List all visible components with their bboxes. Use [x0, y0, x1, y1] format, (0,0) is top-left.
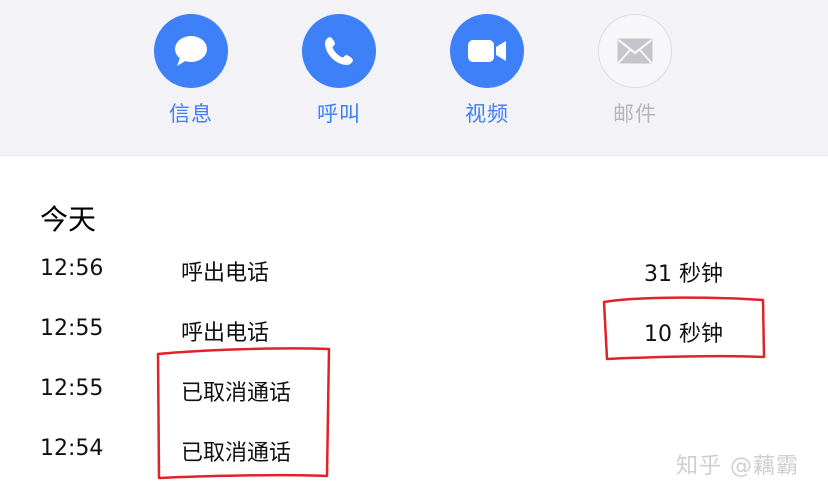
call-duration: 31 秒钟 — [644, 262, 723, 287]
video-action[interactable]: 视频 — [442, 14, 532, 128]
message-action[interactable]: 信息 — [146, 14, 236, 128]
call-time: 12:56 — [40, 256, 104, 281]
call-type: 已取消通话 — [181, 381, 292, 406]
call-type: 呼出电话 — [181, 321, 270, 346]
call-time: 12:54 — [40, 436, 104, 461]
call-label: 呼叫 — [317, 102, 361, 126]
video-camera-icon — [468, 40, 506, 62]
call-row: 12:55 呼出电话 10 秒钟 — [0, 310, 828, 350]
message-bubble-icon — [175, 36, 207, 66]
call-row: 12:55 已取消通话 — [0, 370, 828, 410]
message-button[interactable] — [154, 14, 228, 88]
call-time: 12:55 — [40, 376, 104, 401]
call-type: 已取消通话 — [181, 441, 292, 466]
call-row: 12:56 呼出电话 31 秒钟 — [0, 250, 828, 290]
section-title-today: 今天 — [40, 203, 97, 236]
mail-action[interactable]: 邮件 — [590, 14, 680, 128]
message-label: 信息 — [169, 102, 213, 126]
call-type: 呼出电话 — [181, 261, 270, 286]
call-button[interactable] — [302, 14, 376, 88]
mail-button[interactable] — [598, 14, 672, 88]
watermark: 知乎 @藕霸 — [676, 454, 799, 479]
call-duration: 10 秒钟 — [644, 322, 723, 347]
call-action[interactable]: 呼叫 — [294, 14, 384, 128]
video-button[interactable] — [450, 14, 524, 88]
call-time: 12:55 — [40, 316, 104, 341]
mail-envelope-icon — [617, 38, 653, 64]
contact-actions-panel: 信息 呼叫 视频 邮件 — [0, 0, 828, 156]
phone-icon — [325, 37, 353, 65]
mail-label: 邮件 — [613, 102, 657, 126]
video-label: 视频 — [465, 102, 509, 126]
